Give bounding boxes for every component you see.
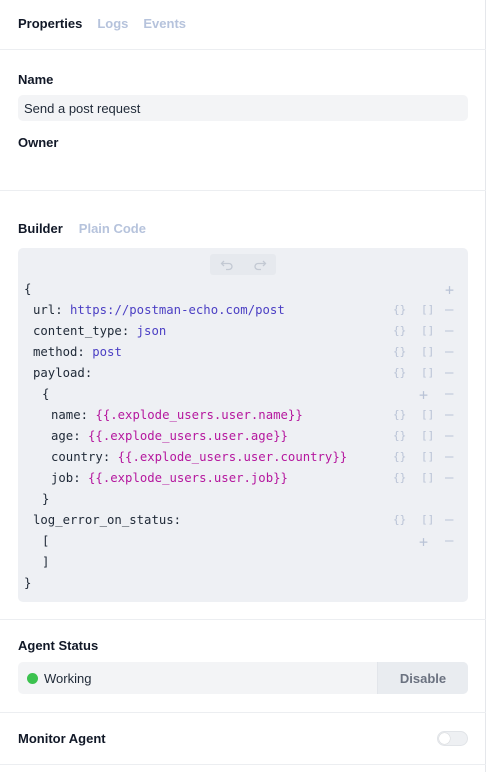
key-method: method: bbox=[33, 345, 85, 359]
convert-object-icon[interactable]: {} bbox=[393, 511, 406, 529]
code-line-content-type[interactable]: content_type: json bbox=[33, 322, 166, 340]
code-open-brace: { bbox=[24, 282, 32, 296]
key-name: name: bbox=[51, 408, 89, 422]
convert-array-icon[interactable]: [] bbox=[421, 406, 434, 424]
code-line-age[interactable]: age: {{.explode_users.user.age}} bbox=[51, 427, 288, 445]
tab-logs[interactable]: Logs bbox=[97, 16, 128, 31]
undo-icon[interactable] bbox=[210, 254, 243, 275]
remove-icon[interactable]: — bbox=[445, 385, 453, 403]
divider bbox=[0, 190, 486, 191]
add-icon[interactable]: + bbox=[419, 533, 428, 551]
remove-icon[interactable]: — bbox=[445, 322, 453, 340]
value-age[interactable]: {{.explode_users.user.age}} bbox=[88, 429, 288, 443]
convert-object-icon[interactable]: {} bbox=[393, 322, 406, 340]
status-indicator-icon bbox=[27, 673, 38, 684]
add-icon[interactable]: + bbox=[419, 386, 428, 404]
remove-icon[interactable]: — bbox=[445, 427, 453, 445]
convert-object-icon[interactable]: {} bbox=[393, 469, 406, 487]
name-label: Name bbox=[18, 72, 54, 87]
convert-object-icon[interactable]: {} bbox=[393, 448, 406, 466]
code-line-name[interactable]: name: {{.explode_users.user.name}} bbox=[51, 406, 303, 424]
key-content-type: content_type: bbox=[33, 324, 130, 338]
key-payload: payload: bbox=[33, 366, 93, 380]
redo-icon[interactable] bbox=[243, 254, 276, 275]
key-log-error: log_error_on_status: bbox=[33, 513, 182, 527]
key-job: job: bbox=[51, 471, 81, 485]
divider bbox=[0, 712, 486, 713]
remove-icon[interactable]: — bbox=[445, 532, 453, 550]
code-line-job[interactable]: job: {{.explode_users.user.job}} bbox=[51, 469, 288, 487]
monitor-agent-label: Monitor Agent bbox=[18, 731, 106, 746]
convert-array-icon[interactable]: [] bbox=[421, 322, 434, 340]
divider bbox=[0, 619, 486, 620]
properties-panel: Properties Logs Events Name Send a post … bbox=[0, 0, 486, 772]
code-line-url[interactable]: url: https://postman-echo.com/post bbox=[33, 301, 285, 319]
status-text: Working bbox=[44, 671, 92, 686]
convert-array-icon[interactable]: [] bbox=[421, 301, 434, 319]
convert-array-icon[interactable]: [] bbox=[421, 343, 434, 361]
value-country[interactable]: {{.explode_users.user.country}} bbox=[118, 450, 348, 464]
remove-icon[interactable]: — bbox=[445, 406, 453, 424]
convert-array-icon[interactable]: [] bbox=[421, 427, 434, 445]
value-job[interactable]: {{.explode_users.user.job}} bbox=[88, 471, 288, 485]
code-line-payload[interactable]: payload: bbox=[33, 364, 92, 382]
code-payload-close: } bbox=[42, 492, 50, 506]
convert-array-icon[interactable]: [] bbox=[421, 469, 434, 487]
convert-object-icon[interactable]: {} bbox=[393, 343, 406, 361]
code-builder: { url: https://postman-echo.com/post con… bbox=[18, 248, 468, 602]
convert-object-icon[interactable]: {} bbox=[393, 406, 406, 424]
builder-tabs: Builder Plain Code bbox=[18, 221, 146, 236]
agent-status-row: Working Disable bbox=[18, 662, 468, 694]
name-input[interactable]: Send a post request bbox=[18, 95, 468, 121]
disable-button[interactable]: Disable bbox=[378, 662, 468, 694]
convert-array-icon[interactable]: [] bbox=[421, 511, 434, 529]
agent-status-label: Agent Status bbox=[18, 638, 99, 653]
remove-icon[interactable]: — bbox=[445, 448, 453, 466]
convert-object-icon[interactable]: {} bbox=[393, 364, 406, 382]
undo-redo-group bbox=[210, 254, 276, 275]
toggle-knob bbox=[439, 733, 450, 744]
value-content-type[interactable]: json bbox=[137, 324, 167, 338]
tab-builder[interactable]: Builder bbox=[18, 221, 63, 236]
monitor-agent-toggle[interactable] bbox=[437, 731, 468, 746]
convert-object-icon[interactable]: {} bbox=[393, 301, 406, 319]
code-line-log-error[interactable]: log_error_on_status: bbox=[33, 511, 181, 529]
value-url[interactable]: https://postman-echo.com/post bbox=[70, 303, 285, 317]
remove-icon[interactable]: — bbox=[445, 301, 453, 319]
code-array-close: ] bbox=[42, 555, 50, 569]
tab-properties[interactable]: Properties bbox=[18, 16, 82, 31]
convert-object-icon[interactable]: {} bbox=[393, 427, 406, 445]
code-payload-open: { bbox=[42, 387, 50, 401]
remove-icon[interactable]: — bbox=[445, 343, 453, 361]
panel-tabs: Properties Logs Events bbox=[18, 16, 186, 31]
code-array-open: [ bbox=[42, 534, 50, 548]
owner-label: Owner bbox=[18, 135, 59, 150]
remove-icon[interactable]: — bbox=[445, 511, 453, 529]
divider bbox=[0, 764, 486, 765]
add-icon[interactable]: + bbox=[445, 281, 454, 299]
value-name[interactable]: {{.explode_users.user.name}} bbox=[95, 408, 302, 422]
code-line-country[interactable]: country: {{.explode_users.user.country}} bbox=[51, 448, 347, 466]
divider bbox=[0, 49, 486, 50]
tab-plain-code[interactable]: Plain Code bbox=[79, 221, 146, 236]
remove-icon[interactable]: — bbox=[445, 469, 453, 487]
code-close-brace: } bbox=[24, 576, 32, 590]
convert-array-icon[interactable]: [] bbox=[421, 364, 434, 382]
code-line-method[interactable]: method: post bbox=[33, 343, 122, 361]
tab-events[interactable]: Events bbox=[143, 16, 186, 31]
key-age: age: bbox=[51, 429, 81, 443]
value-method[interactable]: post bbox=[92, 345, 122, 359]
owner-field[interactable] bbox=[18, 155, 468, 177]
remove-icon[interactable]: — bbox=[445, 364, 453, 382]
key-url: url: bbox=[33, 303, 63, 317]
convert-array-icon[interactable]: [] bbox=[421, 448, 434, 466]
key-country: country: bbox=[51, 450, 111, 464]
